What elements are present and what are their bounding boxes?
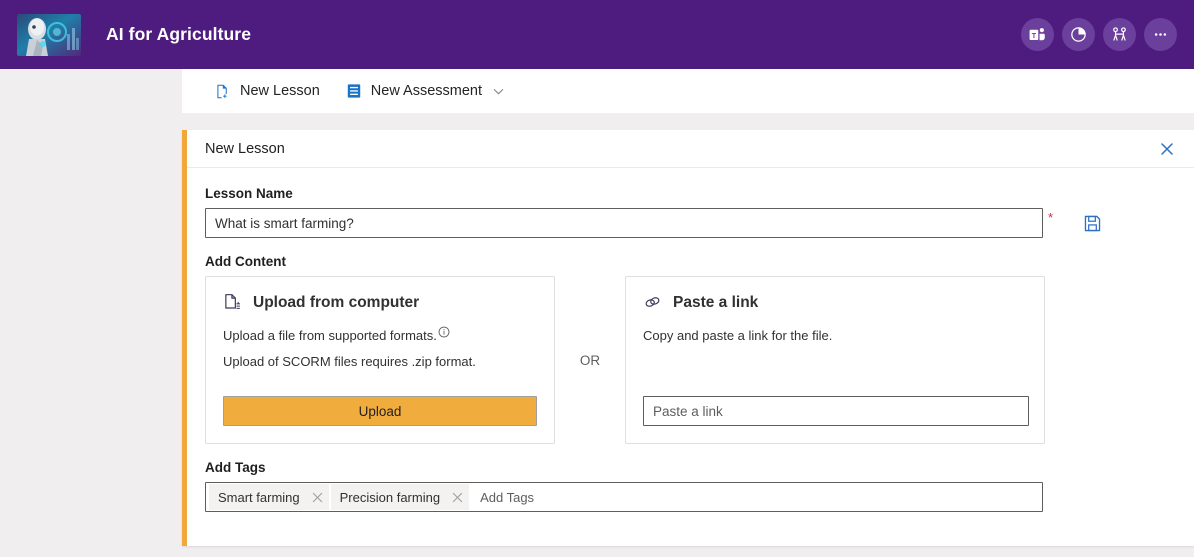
upload-card-title: Upload from computer <box>253 293 420 311</box>
header-actions: T <box>1021 18 1177 51</box>
add-tags-input[interactable] <box>470 484 1040 510</box>
upload-document-icon <box>223 293 242 312</box>
insights-pie-chart-icon[interactable] <box>1062 18 1095 51</box>
svg-text:T: T <box>1032 32 1037 40</box>
app-header: AI for Agriculture T <box>0 0 1194 69</box>
assessment-list-icon <box>346 83 362 99</box>
page-title: AI for Agriculture <box>106 24 252 44</box>
new-lesson-label: New Lesson <box>240 83 320 99</box>
people-collaborate-icon[interactable] <box>1103 18 1136 51</box>
chevron-down-icon[interactable] <box>492 85 505 98</box>
paste-link-input[interactable] <box>643 396 1029 426</box>
more-options-icon[interactable] <box>1144 18 1177 51</box>
tag-chip: Smart farming <box>209 484 329 510</box>
remove-tag-icon[interactable] <box>452 492 463 503</box>
upload-card-desc-scorm: Upload of SCORM files requires .zip form… <box>223 354 476 370</box>
tag-chip: Precision farming <box>330 484 470 510</box>
link-icon <box>643 293 662 312</box>
lesson-name-row: * <box>205 208 1176 238</box>
panel-body: Lesson Name * Add Content <box>187 168 1194 512</box>
document-add-icon <box>214 83 231 100</box>
new-lesson-button[interactable]: New Lesson <box>214 83 320 100</box>
lesson-name-input[interactable] <box>205 208 1043 238</box>
paste-a-link-card: Paste a link Copy and paste a link for t… <box>625 276 1045 444</box>
save-icon[interactable] <box>1083 214 1102 233</box>
add-content-cards: Upload from computer Upload a file from … <box>205 276 1176 444</box>
required-marker: * <box>1048 210 1054 225</box>
link-card-header: Paste a link <box>643 293 1027 312</box>
add-tags-field[interactable]: Smart farming Precision farming <box>205 482 1043 512</box>
panel-header: New Lesson <box>187 130 1194 168</box>
upload-from-computer-card: Upload from computer Upload a file from … <box>205 276 555 444</box>
new-lesson-panel: New Lesson Lesson Name * Add Content <box>182 130 1194 546</box>
new-assessment-label: New Assessment <box>370 83 483 99</box>
upload-card-desc: Upload a file from supported formats. <box>223 328 437 343</box>
add-tags-label: Add Tags <box>205 460 266 475</box>
link-card-desc: Copy and paste a link for the file. <box>643 328 833 343</box>
upload-card-desc-row: Upload a file from supported formats. <box>223 326 537 346</box>
tag-chip-label: Smart farming <box>218 489 300 505</box>
upload-card-header: Upload from computer <box>223 293 537 312</box>
tag-chip-label: Precision farming <box>339 489 441 505</box>
upload-button[interactable]: Upload <box>223 396 537 426</box>
teams-icon[interactable]: T <box>1021 18 1054 51</box>
add-content-label: Add Content <box>205 254 286 269</box>
new-assessment-button[interactable]: New Assessment <box>346 83 505 99</box>
remove-tag-icon[interactable] <box>312 492 323 503</box>
or-separator: OR <box>579 352 601 368</box>
info-icon[interactable] <box>438 326 450 338</box>
close-icon[interactable] <box>1156 138 1178 160</box>
course-thumbnail <box>17 13 81 56</box>
panel-title: New Lesson <box>205 140 285 157</box>
content-toolbar: New Lesson New Assessment <box>182 69 1194 113</box>
lesson-name-label: Lesson Name <box>205 186 293 201</box>
link-card-title: Paste a link <box>673 293 759 311</box>
